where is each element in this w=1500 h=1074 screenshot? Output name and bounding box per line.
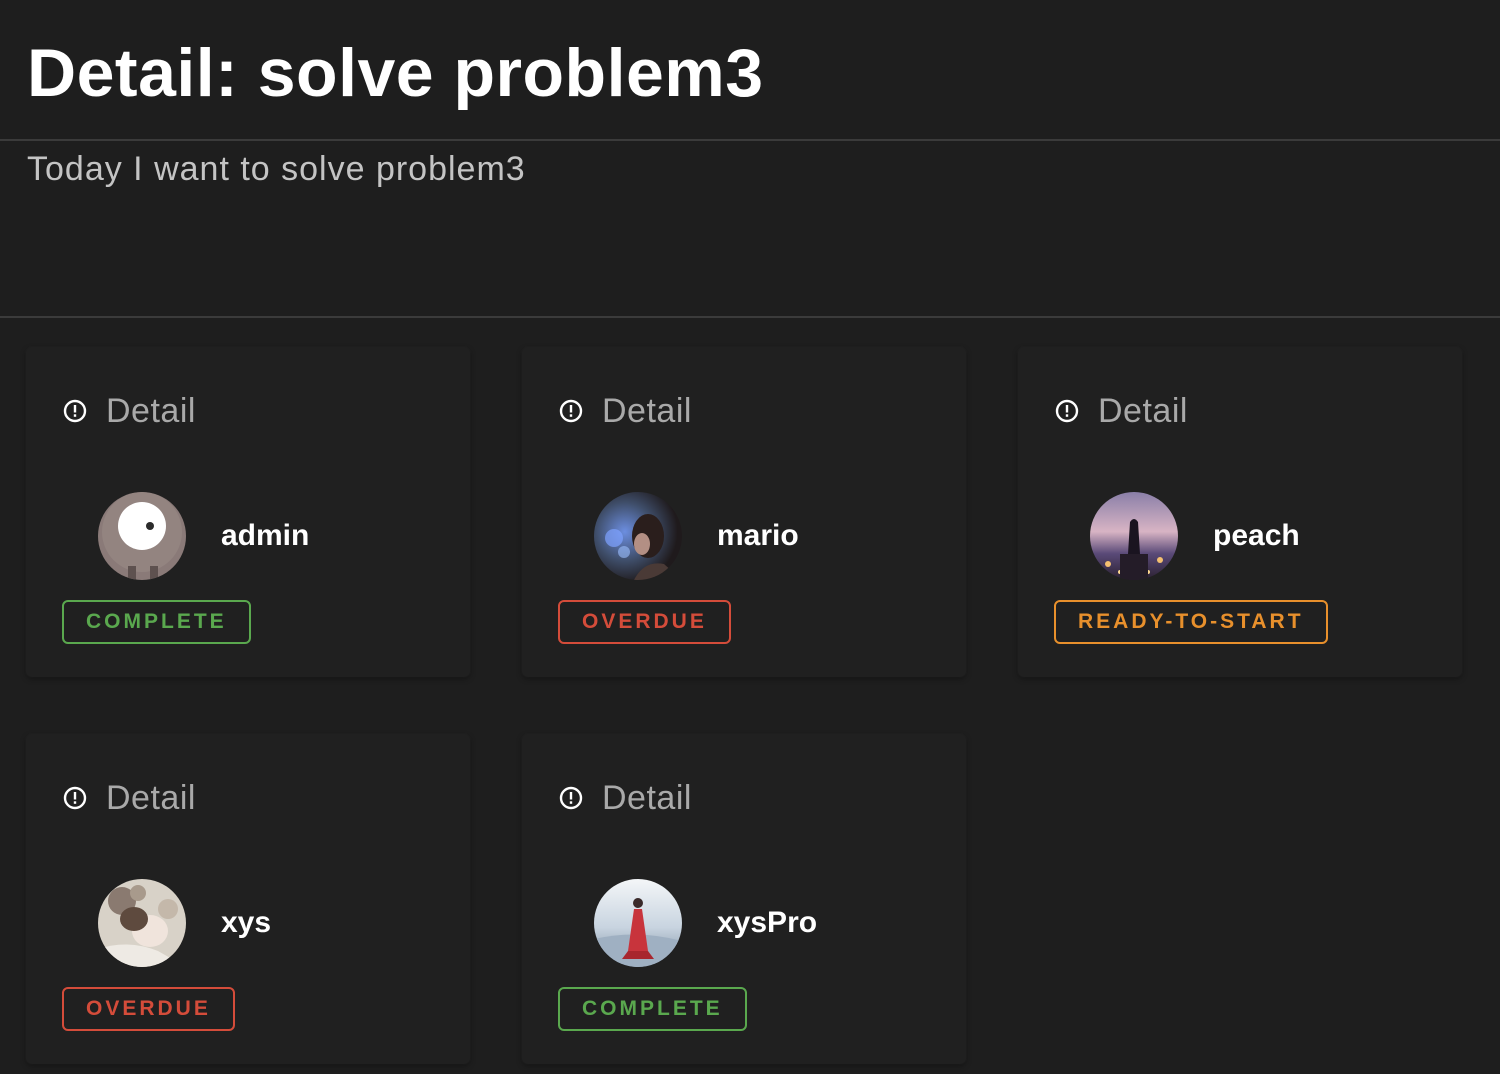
card-header: Detail — [62, 389, 196, 433]
card-header-label: Detail — [1098, 391, 1188, 430]
card-header: Detail — [558, 389, 692, 433]
status-badge-complete: COMPLETE — [62, 600, 251, 644]
info-circle-icon — [558, 398, 584, 424]
status-badge-overdue: OVERDUE — [62, 987, 235, 1031]
avatar-admin[interactable] — [98, 492, 186, 580]
card-header: Detail — [62, 776, 196, 820]
description-section: Today I want to solve problem3 — [0, 141, 1500, 318]
status-badge-overdue: OVERDUE — [558, 600, 731, 644]
user-row: xys — [98, 879, 271, 967]
username: xysPro — [717, 906, 818, 939]
card-header-label: Detail — [602, 778, 692, 817]
info-circle-icon — [558, 785, 584, 811]
page-description: Today I want to solve problem3 — [27, 150, 526, 188]
username: admin — [221, 519, 310, 552]
user-row: peach — [1090, 492, 1300, 580]
assignee-card-admin: Detail admin COMPLETE — [26, 347, 470, 677]
card-header: Detail — [558, 776, 692, 820]
username: xys — [221, 906, 272, 939]
username: mario — [717, 519, 799, 552]
card-header-label: Detail — [602, 391, 692, 430]
info-circle-icon — [62, 398, 88, 424]
status-badge-ready-to-start: READY-TO-START — [1054, 600, 1328, 644]
page-header: Detail: solve problem3 — [0, 0, 1500, 141]
page-title: Detail: solve problem3 — [27, 35, 764, 111]
user-row: xysPro — [594, 879, 817, 967]
assignee-card-peach: Detail peach READY-TO-START — [1018, 347, 1462, 677]
avatar-mario[interactable] — [594, 492, 682, 580]
info-circle-icon — [1054, 398, 1080, 424]
assignee-card-mario: Detail mario OVERDUE — [522, 347, 966, 677]
assignee-card-xyspro: Detail xysPro COMPLETE — [522, 734, 966, 1064]
assignee-card-xys: Detail xys OVERDUE — [26, 734, 470, 1064]
status-badge-complete: COMPLETE — [558, 987, 747, 1031]
card-header: Detail — [1054, 389, 1188, 433]
username: peach — [1213, 519, 1300, 552]
card-header-label: Detail — [106, 391, 196, 430]
info-circle-icon — [62, 785, 88, 811]
avatar-peach[interactable] — [1090, 492, 1178, 580]
avatar-xyspro[interactable] — [594, 879, 682, 967]
user-row: admin — [98, 492, 309, 580]
user-row: mario — [594, 492, 799, 580]
avatar-xys[interactable] — [98, 879, 186, 967]
card-header-label: Detail — [106, 778, 196, 817]
